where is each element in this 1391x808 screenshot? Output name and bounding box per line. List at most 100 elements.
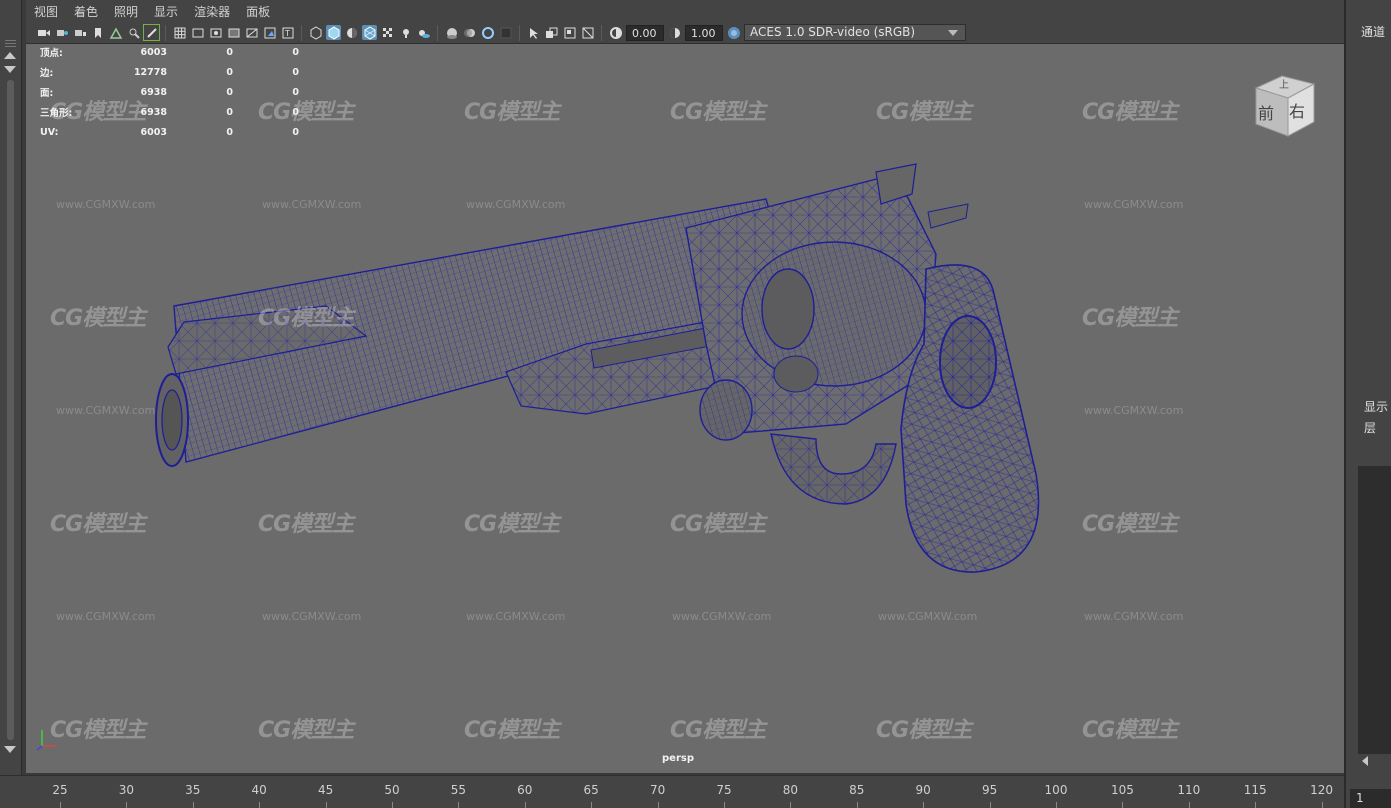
wireframe-on-shaded-icon[interactable] <box>362 25 377 40</box>
watermark-logo: CG模型主 <box>258 718 354 743</box>
timeline-tick <box>325 802 327 808</box>
watermark-url: www.CGMXW.com <box>1084 610 1184 623</box>
toolbar-separator <box>601 24 602 41</box>
safe-title-icon[interactable]: T <box>280 25 295 40</box>
perspective-viewport[interactable]: CG模型主 CG模型主 CG模型主 CG模型主 CG模型主 CG模型主 www.… <box>26 44 1344 773</box>
watermark-logo: CG模型主 <box>464 512 560 537</box>
textured-icon[interactable] <box>380 25 395 40</box>
smooth-shade-icon[interactable] <box>326 25 341 40</box>
xray-icon[interactable] <box>544 25 559 40</box>
menu-show[interactable]: 显示 <box>154 3 178 20</box>
hud-row-faces: 面: 6938 0 0 <box>40 82 299 102</box>
timeline-frame-label: 60 <box>517 783 533 797</box>
grid-icon[interactable] <box>172 25 187 40</box>
use-all-lights-icon[interactable] <box>398 25 413 40</box>
scroll-left-icon[interactable] <box>1362 756 1368 766</box>
menu-panels[interactable]: 面板 <box>246 3 270 20</box>
current-frame-field[interactable]: 1 <box>1350 789 1391 808</box>
gate-mask-icon[interactable] <box>226 25 241 40</box>
left-toolbox-strip <box>0 0 22 775</box>
menu-lighting[interactable]: 照明 <box>114 3 138 20</box>
field-chart-icon[interactable] <box>244 25 259 40</box>
isolate-select-icon[interactable] <box>526 25 541 40</box>
flat-shade-icon[interactable] <box>344 25 359 40</box>
timeline-tick <box>1321 802 1323 808</box>
watermark-url: www.CGMXW.com <box>1084 198 1184 211</box>
motion-blur-icon[interactable] <box>462 25 477 40</box>
backface-icon[interactable] <box>580 25 595 40</box>
view-cube-front-label[interactable]: 前 <box>1258 100 1274 124</box>
time-slider[interactable]: 25 30 35 40 45 50 55 60 65 70 75 80 85 90 95 100 105 110 1… <box>0 775 1344 808</box>
exposure-icon[interactable] <box>608 25 623 40</box>
safe-action-icon[interactable] <box>262 25 277 40</box>
watermark-logo: CG模型主 <box>1082 306 1178 331</box>
camera-lock-icon[interactable] <box>72 25 87 40</box>
svg-text:T: T <box>284 29 290 38</box>
viewport-menu-bar: 视图 着色 照明 显示 渲染器 面板 <box>26 0 1344 22</box>
hud-value: 0 <box>292 126 299 138</box>
collapse-down-icon[interactable] <box>4 66 16 73</box>
xray-joints-icon[interactable] <box>562 25 577 40</box>
bookmark-icon[interactable] <box>90 25 105 40</box>
left-scrollbar[interactable] <box>7 80 14 740</box>
watermark-url: www.CGMXW.com <box>672 610 772 623</box>
watermark-url: www.CGMXW.com <box>466 198 566 211</box>
hud-value: 6938 <box>140 86 167 98</box>
channels-tab[interactable]: 通道 <box>1361 23 1385 40</box>
grease-pencil-icon[interactable] <box>143 24 160 41</box>
menu-view[interactable]: 视图 <box>34 3 58 20</box>
film-gate-icon[interactable] <box>190 25 205 40</box>
depth-of-field-icon[interactable] <box>498 25 513 40</box>
camera-attributes-icon[interactable] <box>54 25 69 40</box>
timeline-frame-label: 100 <box>1044 783 1068 797</box>
watermark-url: www.CGMXW.com <box>56 610 156 623</box>
timeline-frame-label: 85 <box>849 783 865 797</box>
view-cube[interactable]: 上 前 右 <box>1252 70 1318 140</box>
timeline-frame-label: 25 <box>52 783 68 797</box>
timeline-frame-label: 105 <box>1110 783 1134 797</box>
menu-renderer[interactable]: 渲染器 <box>194 3 230 20</box>
view-cube-top-label[interactable]: 上 <box>1279 76 1289 91</box>
gamma-input[interactable]: 1.00 <box>685 24 723 41</box>
layer-tab[interactable]: 层 <box>1364 419 1376 436</box>
color-management-icon[interactable] <box>726 25 741 40</box>
timeline-frame-label: 55 <box>450 783 467 797</box>
watermark-url: www.CGMXW.com <box>262 610 362 623</box>
watermark-logo: CG模型主 <box>876 718 972 743</box>
exposure-input[interactable]: 0.00 <box>626 24 664 41</box>
view-cube-right-label[interactable]: 右 <box>1289 98 1305 122</box>
timeline-tick <box>1255 802 1257 808</box>
collapse-up-icon[interactable] <box>4 52 16 59</box>
timeline-tick <box>923 802 925 808</box>
anti-aliasing-icon[interactable] <box>480 25 495 40</box>
gamma-icon[interactable] <box>667 25 682 40</box>
watermark-logo: CG模型主 <box>258 306 354 331</box>
viewport-toolbar: T 0.00 1.00 ACES 1.0 SDR-video (sRGB) <box>26 22 1344 44</box>
image-plane-icon[interactable] <box>108 25 123 40</box>
scroll-down-icon[interactable] <box>4 746 16 753</box>
layer-list[interactable] <box>1358 466 1391 754</box>
display-tab[interactable]: 显示 <box>1364 398 1388 415</box>
hud-value: 0 <box>292 46 299 58</box>
camera-name-label: persp <box>662 753 694 764</box>
camera-icon[interactable] <box>36 25 51 40</box>
shadows-icon[interactable] <box>416 25 431 40</box>
hud-label: 顶点: <box>40 48 63 59</box>
wireframe-icon[interactable] <box>308 25 323 40</box>
two-d-pan-zoom-icon[interactable] <box>126 25 141 40</box>
menu-shading[interactable]: 着色 <box>74 3 98 20</box>
hud-label: 边: <box>40 68 54 79</box>
channel-box-panel: 通道 显示 层 1 <box>1344 0 1391 808</box>
watermark-logo: CG模型主 <box>670 718 766 743</box>
screen-space-ao-icon[interactable] <box>444 25 459 40</box>
hud-row-uvs: UV: 6003 0 0 <box>40 122 299 142</box>
timeline-frame-label: 115 <box>1243 783 1267 797</box>
color-space-dropdown[interactable]: ACES 1.0 SDR-video (sRGB) <box>744 24 966 41</box>
watermark-url: www.CGMXW.com <box>466 610 566 623</box>
timeline-frame-label: 70 <box>649 783 666 797</box>
timeline-tick <box>392 802 393 808</box>
timeline-tick <box>724 802 725 808</box>
resolution-gate-icon[interactable] <box>208 25 223 40</box>
poly-count-hud: 顶点: 6003 0 0 边: 12778 0 0 面: 6938 0 0 三角… <box>40 44 299 142</box>
color-space-value: ACES 1.0 SDR-video (sRGB) <box>750 25 916 39</box>
